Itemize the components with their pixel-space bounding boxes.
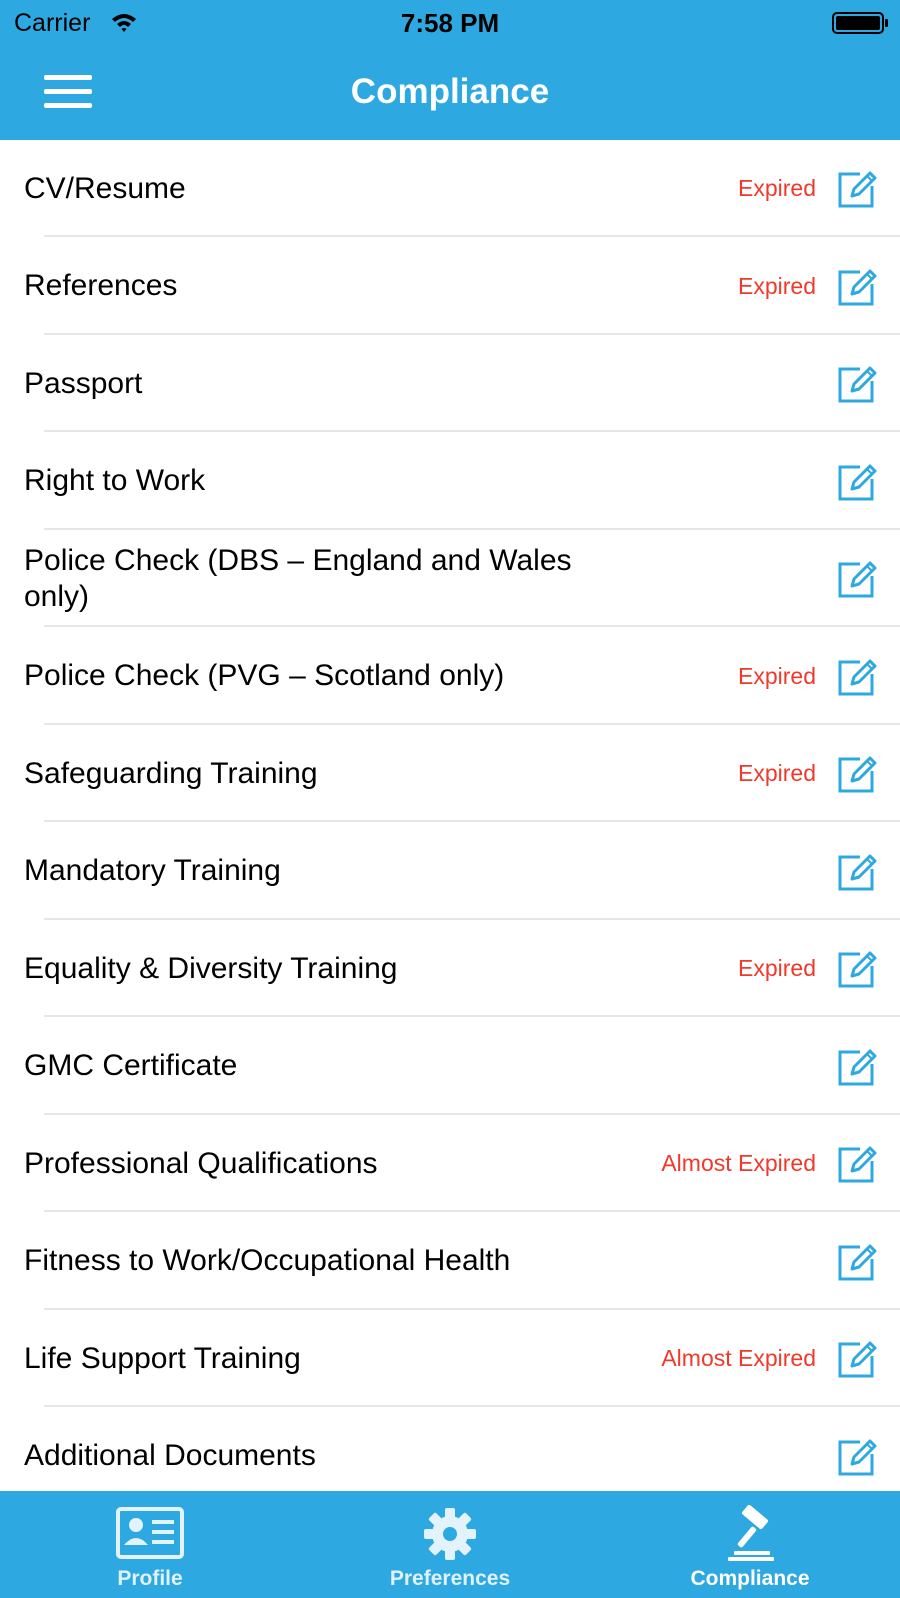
status-badge: Expired [738, 662, 816, 689]
list-item-label: Police Check (PVG – Scotland only) [24, 659, 505, 692]
list-item[interactable]: Mandatory Training [0, 823, 900, 920]
list-item-label: Professional Qualifications [24, 1146, 378, 1180]
edit-icon[interactable] [836, 461, 878, 503]
edit-icon[interactable] [836, 168, 878, 210]
list-item-label: Equality & Diversity Training [24, 951, 398, 985]
page-title: Compliance [350, 72, 550, 111]
edit-icon[interactable] [836, 753, 878, 795]
edit-icon[interactable] [836, 1338, 878, 1380]
list-item[interactable]: Police Check (PVG – Scotland only) Expire… [0, 628, 900, 725]
tab-profile[interactable]: Profile [0, 1491, 300, 1598]
edit-icon[interactable] [836, 363, 878, 405]
header: Carrier 7:58 PM Compliance [0, 0, 900, 140]
tab-preferences[interactable]: Preferences [300, 1491, 600, 1598]
gavel-icon [728, 1505, 774, 1561]
list-item-label: Fitness to Work/Occupational Health [24, 1244, 511, 1277]
list-item-label: Life Support Training [24, 1341, 301, 1375]
list-item[interactable]: Passport [0, 335, 900, 432]
list-item-label: Safeguarding Training [24, 756, 318, 790]
list-item[interactable]: References Expired [0, 238, 900, 335]
list-item[interactable]: CV/Resume Expired [0, 140, 900, 237]
list-item[interactable]: Additional Documents [0, 1408, 900, 1492]
edit-icon[interactable] [836, 1241, 878, 1283]
edit-icon[interactable] [836, 266, 878, 308]
tab-compliance-label: Compliance [690, 1567, 810, 1590]
gear-icon [424, 1508, 476, 1560]
list-item[interactable]: Fitness to Work/Occupational Health [0, 1213, 900, 1310]
status-time: 7:58 PM [400, 8, 500, 38]
list-item[interactable]: Equality & Diversity Training Expired [0, 920, 900, 1017]
edit-icon[interactable] [836, 558, 878, 600]
tab-compliance[interactable]: Compliance [600, 1491, 900, 1598]
status-badge: Expired [738, 760, 816, 786]
list-item-label: Passport [24, 366, 143, 400]
list-item-label: Police Check (DBS – England and Wales on… [24, 543, 572, 613]
edit-icon[interactable] [836, 656, 878, 698]
status-badge: Expired [738, 955, 816, 981]
status-badge: Almost Expired [661, 1150, 816, 1176]
list-item[interactable]: Professional Qualifications Almost Expire… [0, 1115, 900, 1212]
edit-icon[interactable] [836, 948, 878, 990]
tab-bar: Profile Preferences Compliance [0, 1491, 900, 1598]
edit-icon[interactable] [836, 851, 878, 893]
list-item[interactable]: Life Support Training Almost Expired [0, 1310, 900, 1407]
list-item-label: Right to Work [24, 464, 206, 497]
tab-preferences-label: Preferences [389, 1567, 511, 1590]
status-badge: Expired [738, 175, 816, 201]
edit-icon[interactable] [836, 1436, 878, 1478]
id-card-icon [116, 1507, 184, 1559]
status-bar: Carrier 7:58 PM [0, 0, 900, 46]
list-item[interactable]: GMC Certificate [0, 1018, 900, 1115]
edit-icon[interactable] [836, 1046, 878, 1088]
tab-profile-label: Profile [117, 1567, 183, 1590]
status-badge: Almost Expired [661, 1345, 816, 1371]
battery-icon [832, 12, 888, 34]
list-item[interactable]: Police Check (DBS – England and Wales on… [0, 530, 900, 627]
list-item-label: References [24, 269, 178, 302]
list-item[interactable]: Safeguarding Training Expired [0, 725, 900, 822]
status-badge: Expired [738, 272, 816, 299]
list-item-label: GMC Certificate [24, 1049, 238, 1082]
list-item-label: Additional Documents [24, 1439, 316, 1472]
list-item[interactable]: Right to Work [0, 433, 900, 530]
edit-icon[interactable] [836, 1143, 878, 1185]
list-item-label: Mandatory Training [24, 854, 281, 887]
list-item-label: CV/Resume [24, 171, 186, 205]
compliance-list: CV/Resume Expired References Expired Passpor… [0, 140, 900, 1491]
